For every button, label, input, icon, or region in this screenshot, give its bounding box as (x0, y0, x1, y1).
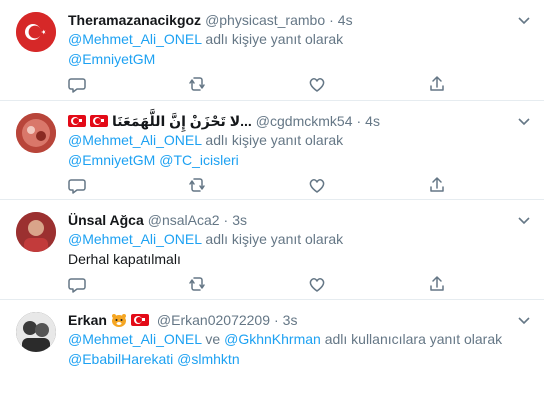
tweet-4[interactable]: Erkan @Erkan02072209 · 3s @Mehmet_Ali_ON… (0, 300, 544, 400)
separator: · (274, 312, 279, 328)
reply-connector: ve (201, 331, 225, 347)
username[interactable]: @cgdmckmk54 (256, 112, 353, 130)
mention-link[interactable]: @GkhnKhrman (224, 331, 321, 347)
tiger-icon (111, 314, 126, 327)
tweet-header: Ünsal Ağca @nsalAca2 · 3s (68, 211, 247, 229)
turkey-flag-icon (130, 314, 149, 326)
like-icon[interactable] (308, 275, 326, 293)
tweet-2[interactable]: لا تَحْزَنْ إِنَّ اللَّهَمَعَنَا... @cgd… (0, 101, 544, 200)
reply-label: adlı kişiye yanıt olarak (201, 31, 344, 47)
avatar[interactable] (16, 12, 56, 52)
timestamp[interactable]: 4s (365, 112, 380, 130)
mention-link[interactable]: @Mehmet_Ali_ONEL (68, 132, 202, 148)
like-icon[interactable] (308, 176, 326, 194)
avatar[interactable] (16, 212, 56, 252)
share-icon[interactable] (428, 275, 446, 293)
turkey-flag-icon (68, 115, 86, 127)
mention-link[interactable]: @slmhktn (177, 351, 239, 367)
retweet-icon[interactable] (188, 176, 206, 194)
tweet-1[interactable]: Theramazanacikgoz @physicast_rambo · 4s … (0, 0, 544, 101)
avatar-image (16, 212, 56, 252)
tweet-header: Theramazanacikgoz @physicast_rambo · 4s (68, 11, 353, 29)
retweet-icon[interactable] (188, 75, 206, 93)
avatar-image (16, 312, 56, 352)
display-name[interactable]: لا تَحْزَنْ إِنَّ اللَّهَمَعَنَا... (112, 112, 252, 130)
chevron-down-icon[interactable] (516, 113, 532, 129)
mention-link[interactable]: @EmniyetGM (68, 51, 155, 67)
share-icon[interactable] (428, 176, 446, 194)
username[interactable]: @Erkan02072209 (157, 311, 270, 329)
separator: · (223, 212, 229, 228)
turkey-flag-icon (16, 12, 56, 52)
display-name[interactable]: Theramazanacikgoz (68, 11, 201, 29)
tweet-3[interactable]: Ünsal Ağca @nsalAca2 · 3s @Mehmet_Ali_ON… (0, 200, 544, 300)
username[interactable]: @nsalAca2 (148, 211, 220, 229)
avatar[interactable] (16, 113, 56, 153)
tweet-actions (68, 274, 448, 294)
mention-link[interactable]: @EbabilHarekati (68, 351, 173, 367)
mention-link[interactable]: @Mehmet_Ali_ONEL (68, 231, 202, 247)
tweet-body: @EbabilHarekati @slmhktn (68, 350, 240, 368)
chevron-down-icon[interactable] (516, 312, 532, 328)
reply-icon[interactable] (68, 176, 86, 194)
chevron-down-icon[interactable] (516, 212, 532, 228)
avatar-image (16, 113, 56, 153)
timestamp[interactable]: 3s (232, 211, 247, 229)
mention-link[interactable]: @EmniyetGM (68, 152, 155, 168)
mention-link[interactable]: @Mehmet_Ali_ONEL (68, 331, 202, 347)
share-icon[interactable] (428, 75, 446, 93)
mention-link[interactable]: @Mehmet_Ali_ONEL (68, 31, 202, 47)
reply-context: @Mehmet_Ali_ONEL adlı kişiye yanıt olara… (68, 230, 343, 248)
tweet-header: لا تَحْزَنْ إِنَّ اللَّهَمَعَنَا... @cgd… (68, 112, 380, 130)
separator: · (329, 12, 334, 28)
display-name[interactable]: Erkan (68, 311, 107, 329)
display-name[interactable]: Ünsal Ağca (68, 211, 144, 229)
tweet-body: @EmniyetGM @TC_icisleri (68, 151, 239, 169)
mention-link[interactable]: @TC_icisleri (159, 152, 239, 168)
reply-context: @Mehmet_Ali_ONEL adlı kişiye yanıt olara… (68, 131, 343, 149)
retweet-icon[interactable] (188, 275, 206, 293)
tweet-actions (68, 175, 448, 195)
timestamp[interactable]: 4s (338, 11, 353, 29)
turkey-flag-icon (90, 115, 108, 127)
tweet-body: @EmniyetGM (68, 50, 155, 68)
chevron-down-icon[interactable] (516, 12, 532, 28)
timestamp[interactable]: 3s (283, 311, 298, 329)
reply-label: adlı kişiye yanıt olarak (201, 132, 344, 148)
reply-context: @Mehmet_Ali_ONEL adlı kişiye yanıt olara… (68, 30, 343, 48)
reply-icon[interactable] (68, 275, 86, 293)
tweet-body: Derhal kapatılmalı (68, 251, 181, 267)
separator: · (356, 113, 362, 129)
like-icon[interactable] (308, 75, 326, 93)
reply-label: adlı kişiye yanıt olarak (201, 231, 344, 247)
reply-icon[interactable] (68, 75, 86, 93)
username[interactable]: @physicast_rambo (205, 11, 325, 29)
tweet-header: Erkan @Erkan02072209 · 3s (68, 311, 297, 329)
reply-label: adlı kullanıcılara yanıt olarak (320, 331, 503, 347)
reply-context: @Mehmet_Ali_ONEL ve @GkhnKhrman adlı kul… (68, 330, 502, 348)
tweet-actions (68, 74, 448, 94)
avatar[interactable] (16, 312, 56, 352)
